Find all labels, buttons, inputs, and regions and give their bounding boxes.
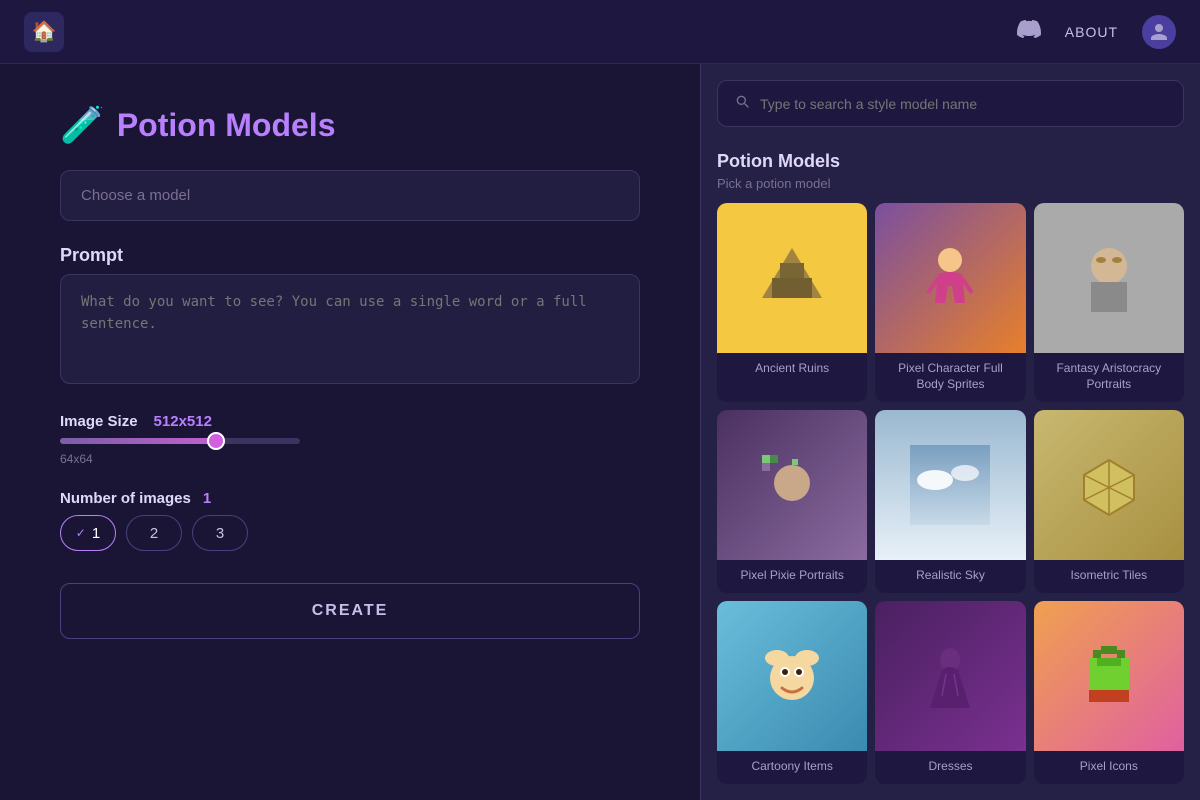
discord-icon[interactable] <box>1017 17 1041 47</box>
model-name: Ancient Ruins <box>717 353 867 385</box>
model-thumbnail <box>1034 410 1184 560</box>
slider-min-label: 64x64 <box>60 452 640 466</box>
panel-subtitle: Pick a potion model <box>701 176 1200 203</box>
model-name: Dresses <box>875 751 1025 783</box>
about-link[interactable]: ABOUT <box>1065 24 1118 40</box>
model-name: Pixel Character Full Body Sprites <box>875 353 1025 400</box>
model-name: Cartoony Items <box>717 751 867 783</box>
num-btn-1[interactable]: ✓ 1 <box>60 515 116 551</box>
model-name: Isometric Tiles <box>1034 560 1184 592</box>
model-thumbnail <box>875 203 1025 353</box>
search-box <box>717 80 1184 127</box>
model-item[interactable]: Fantasy Aristocracy Portraits <box>1034 203 1184 402</box>
num-btn-2-label: 2 <box>150 525 158 542</box>
slider-track[interactable] <box>60 438 300 444</box>
model-thumbnail <box>875 410 1025 560</box>
model-thumbnail <box>717 601 867 751</box>
model-item[interactable]: Ancient Ruins <box>717 203 867 402</box>
image-size-section: Image Size 512x512 64x64 <box>60 413 640 466</box>
model-item[interactable]: Cartoony Items <box>717 601 867 784</box>
image-size-value: 512x512 <box>154 413 212 430</box>
model-thumbnail <box>1034 601 1184 751</box>
models-grid: Ancient Ruins Pixel Character Full Body … <box>701 203 1200 800</box>
model-name: Fantasy Aristocracy Portraits <box>1034 353 1184 400</box>
num-btn-3[interactable]: 3 <box>192 515 248 551</box>
create-button[interactable]: CREATE <box>60 583 640 639</box>
prompt-section: Prompt <box>60 245 640 389</box>
num-image-buttons: ✓ 1 2 3 <box>60 515 640 551</box>
model-name: Pixel Pixie Portraits <box>717 560 867 592</box>
image-size-row: Image Size 512x512 <box>60 413 640 430</box>
page-title: Potion Models <box>117 107 336 144</box>
search-input[interactable] <box>760 96 1167 112</box>
model-item[interactable]: Pixel Icons <box>1034 601 1184 784</box>
user-avatar[interactable] <box>1142 15 1176 49</box>
potion-icon: 🧪 <box>60 104 105 146</box>
model-thumbnail <box>1034 203 1184 353</box>
search-icon <box>734 93 750 114</box>
left-panel: 🧪 Potion Models Choose a model Prompt Im… <box>0 64 700 800</box>
model-thumbnail <box>717 410 867 560</box>
prompt-label: Prompt <box>60 245 640 266</box>
panel-title: Potion Models <box>701 143 1200 176</box>
model-select[interactable]: Choose a model <box>60 170 640 221</box>
model-thumbnail <box>875 601 1025 751</box>
num-images-section: Number of images 1 ✓ 1 2 3 <box>60 490 640 551</box>
page-title-row: 🧪 Potion Models <box>60 104 640 146</box>
navbar: 🏠 ABOUT <box>0 0 1200 64</box>
slider-fill <box>60 438 216 444</box>
num-images-value: 1 <box>203 490 211 507</box>
logo[interactable]: 🏠 <box>24 12 64 52</box>
image-size-label: Image Size <box>60 413 138 430</box>
slider-thumb[interactable] <box>207 432 225 450</box>
num-btn-2[interactable]: 2 <box>126 515 182 551</box>
model-item[interactable]: Isometric Tiles <box>1034 410 1184 593</box>
nav-right: ABOUT <box>1017 15 1176 49</box>
prompt-input[interactable] <box>60 274 640 384</box>
num-images-row: Number of images 1 <box>60 490 640 507</box>
model-thumbnail <box>717 203 867 353</box>
logo-icon: 🏠 <box>32 19 57 44</box>
model-placeholder: Choose a model <box>81 187 190 204</box>
model-name: Pixel Icons <box>1034 751 1184 783</box>
main-content: 🧪 Potion Models Choose a model Prompt Im… <box>0 64 1200 800</box>
model-item[interactable]: Pixel Character Full Body Sprites <box>875 203 1025 402</box>
num-btn-3-label: 3 <box>216 525 224 542</box>
check-icon: ✓ <box>76 526 86 540</box>
right-panel: Potion Models Pick a potion model Ancien… <box>700 64 1200 800</box>
model-item[interactable]: Pixel Pixie Portraits <box>717 410 867 593</box>
model-item[interactable]: Realistic Sky <box>875 410 1025 593</box>
slider-container <box>60 438 640 444</box>
model-name: Realistic Sky <box>875 560 1025 592</box>
num-btn-1-label: 1 <box>92 525 100 542</box>
num-images-label: Number of images <box>60 490 191 507</box>
model-item[interactable]: Dresses <box>875 601 1025 784</box>
